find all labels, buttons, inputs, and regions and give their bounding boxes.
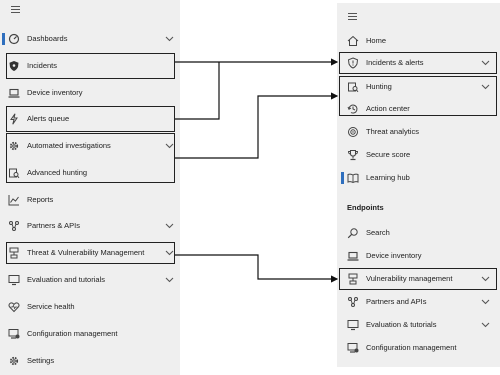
gear-icon [8,140,20,152]
left-nav-item-evaluation-tutorials[interactable]: Evaluation and tutorials [0,269,180,291]
chevron-down-icon[interactable] [165,276,174,283]
hunting-icon [8,167,20,179]
trophy-icon [347,149,359,161]
nav-label: Vulnerability management [366,274,453,283]
right-nav-item-search[interactable]: Search [337,222,500,244]
nav-label: Partners & APIs [27,221,80,230]
book-icon [347,172,359,184]
nav-label: Threat analytics [366,127,419,136]
shield-alert-icon [347,57,359,69]
laptop-icon [347,250,359,262]
active-indicator [341,172,344,184]
right-nav-item-configuration-management[interactable]: Configuration management [337,337,500,359]
chevron-down-icon[interactable] [481,321,490,328]
nav-label: Partners and APIs [366,297,427,306]
right-nav-item-learning-hub[interactable]: Learning hub [337,167,500,189]
left-nav-item-service-health[interactable]: Service health [0,296,180,318]
right-nav-item-incidents-alerts[interactable]: Incidents & alerts [337,52,500,74]
search-icon [347,227,359,239]
dashboard-icon [8,33,20,45]
right-navigation-pane: Home Incidents & alerts Hunting Action c… [337,3,500,367]
shield-icon [8,60,20,72]
left-nav-item-incidents[interactable]: Incidents [0,55,180,77]
connector-hunting-arrow [175,92,339,159]
section-heading-endpoints: Endpoints [347,203,384,212]
vulnerability-icon [347,273,359,285]
chevron-down-icon[interactable] [481,275,490,282]
chevron-down-icon[interactable] [165,35,174,42]
right-nav-item-home[interactable]: Home [337,30,500,52]
nav-label: Settings [27,356,55,365]
heart-icon [8,301,20,313]
nav-label: Search [366,228,390,237]
nav-label: Advanced hunting [27,168,88,177]
lightning-icon [8,113,20,125]
nav-label: Action center [366,104,410,113]
nav-label: Home [366,36,387,45]
chevron-down-icon[interactable] [481,59,490,66]
nav-label: Service health [27,302,75,311]
left-nav-item-automated-investigations[interactable]: Automated investigations [0,135,180,157]
config-icon [8,328,20,340]
chevron-down-icon[interactable] [481,83,490,90]
connector-vulnerability-arrow [175,254,339,283]
left-nav-item-settings[interactable]: Settings [0,350,180,372]
nav-label: Configuration management [366,343,457,352]
hamburger-menu-icon[interactable] [348,13,357,20]
right-nav-item-threat-analytics[interactable]: Threat analytics [337,121,500,143]
chevron-down-icon[interactable] [165,222,174,229]
evaluation-icon [347,319,359,331]
right-nav-item-hunting[interactable]: Hunting [337,76,500,98]
nav-label: Learning hub [366,173,410,182]
nav-label: Evaluation & tutorials [366,320,437,329]
nav-label: Incidents & alerts [366,58,424,67]
right-nav-item-partners-apis[interactable]: Partners and APIs [337,291,500,313]
right-nav-item-evaluation-tutorials[interactable]: Evaluation & tutorials [337,314,500,336]
right-nav-item-vulnerability-management[interactable]: Vulnerability management [337,268,500,290]
left-navigation-pane: Dashboards Incidents Device inventory Al… [0,0,180,375]
right-nav-item-action-center[interactable]: Action center [337,98,500,120]
chevron-down-icon[interactable] [165,142,174,149]
nav-label: Device inventory [366,251,422,260]
chart-icon [8,194,20,206]
left-nav-item-reports[interactable]: Reports [0,189,180,211]
nav-label: Threat & Vulnerability Management [27,248,145,257]
nav-label: Automated investigations [27,141,111,150]
threat-analytics-icon [347,126,359,138]
action-center-icon [347,103,359,115]
vulnerability-icon [8,247,20,259]
left-nav-item-configuration-management[interactable]: Configuration management [0,323,180,345]
left-nav-item-threat-vulnerability-management[interactable]: Threat & Vulnerability Management [0,242,180,264]
partners-icon [8,220,20,232]
config-icon [347,342,359,354]
nav-label: Device inventory [27,88,83,97]
partners-icon [347,296,359,308]
left-nav-item-advanced-hunting[interactable]: Advanced hunting [0,162,180,184]
right-nav-item-device-inventory[interactable]: Device inventory [337,245,500,267]
right-nav-item-secure-score[interactable]: Secure score [337,144,500,166]
left-nav-item-dashboards[interactable]: Dashboards [0,28,180,50]
active-indicator [2,33,5,45]
nav-label: Dashboards [27,34,68,43]
nav-label: Evaluation and tutorials [27,275,105,284]
left-nav-item-device-inventory[interactable]: Device inventory [0,82,180,104]
nav-label: Configuration management [27,329,118,338]
left-nav-item-alerts-queue[interactable]: Alerts queue [0,108,180,130]
nav-label: Reports [27,195,54,204]
hamburger-menu-icon[interactable] [11,6,20,13]
laptop-icon [8,87,20,99]
evaluation-icon [8,274,20,286]
nav-label: Secure score [366,150,411,159]
connector-alerts-arrow [175,62,220,120]
gear-icon [8,355,20,367]
chevron-down-icon[interactable] [165,249,174,256]
hunting-icon [347,81,359,93]
nav-label: Hunting [366,82,392,91]
nav-label: Incidents [27,61,58,70]
chevron-down-icon[interactable] [481,298,490,305]
nav-label: Alerts queue [27,114,70,123]
left-nav-item-partners-apis[interactable]: Partners & APIs [0,215,180,237]
home-icon [347,35,359,47]
